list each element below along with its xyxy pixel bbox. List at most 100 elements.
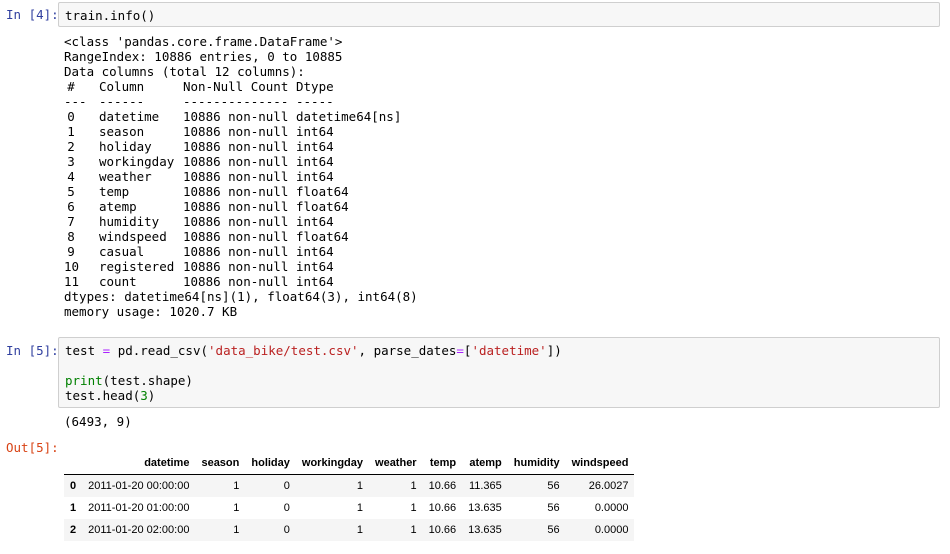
info-cell: 3 xyxy=(67,154,75,169)
info-cell: humidity xyxy=(99,214,160,229)
column-header: atemp xyxy=(469,457,502,469)
info-header-line: Data columns (total 12 columns): xyxy=(64,64,305,79)
table-cell: 1 xyxy=(233,480,240,492)
info-cell: 10886 non-null xyxy=(183,274,289,289)
column-header: humidity xyxy=(513,457,560,469)
column-header: datetime xyxy=(144,457,190,469)
info-cell: 7 xyxy=(67,214,75,229)
column-header xyxy=(64,452,82,475)
table-cell: 2011-01-20 00:00:00 xyxy=(88,480,190,492)
table-cell: 1 xyxy=(356,502,364,514)
info-header-line: RangeIndex: 10886 entries, 0 to 10885 xyxy=(64,49,343,64)
info-separator: --- xyxy=(64,94,87,109)
info-cell: registered xyxy=(99,259,175,274)
info-separator: -------------- xyxy=(183,94,289,109)
table-cell: 0 xyxy=(283,480,290,492)
table-header-row: datetime season holiday workingday weather te… xyxy=(64,452,635,475)
info-cell: 10886 non-null xyxy=(183,244,289,259)
info-cell: int64 xyxy=(296,154,334,169)
table-row: 2 2011-01-20 02:00:00 1 0 1 1 10.66 13.635 56 0.0… xyxy=(64,519,635,541)
table-cell: 0 xyxy=(283,524,290,536)
info-separator: ------ xyxy=(99,94,145,109)
code-cell[interactable]: train.info() xyxy=(58,2,940,27)
column-header: holiday xyxy=(251,457,290,469)
row-index: 1 xyxy=(70,502,77,514)
info-cell: 0 xyxy=(67,109,75,124)
info-header-line: <class 'pandas.core.frame.DataFrame'> xyxy=(64,34,343,49)
info-cell: int64 xyxy=(296,124,334,139)
table-cell: 1 xyxy=(410,502,417,514)
info-cell: Dtype xyxy=(296,79,334,94)
info-cell: int64 xyxy=(296,244,334,259)
info-cell: 1 xyxy=(67,124,75,139)
info-cell: int64 xyxy=(296,139,334,154)
info-cell: workingday xyxy=(99,154,175,169)
info-cell: 10886 non-null xyxy=(183,124,289,139)
info-cell: float64 xyxy=(296,199,349,214)
table-cell: 1 xyxy=(356,480,364,492)
table-cell: 13.635 xyxy=(468,502,502,514)
table-cell: 1 xyxy=(410,524,417,536)
info-cell: 10886 non-null xyxy=(183,169,289,184)
table-cell: 0.0000 xyxy=(594,502,629,514)
table-cell: 56 xyxy=(547,502,560,514)
column-header: weather xyxy=(375,457,417,469)
table-cell: 10.66 xyxy=(428,502,457,514)
info-cell: 10886 non-null xyxy=(183,199,289,214)
table-cell: 11.365 xyxy=(468,480,502,492)
stdout-shape: (6493, 9) xyxy=(64,414,132,429)
info-cell: holiday xyxy=(99,139,152,154)
row-index: 2 xyxy=(70,524,77,536)
info-cell: 10 xyxy=(64,259,80,274)
table-body: 0 2011-01-20 00:00:00 1 0 1 1 10.66 11.365 56 26.… xyxy=(64,474,635,541)
info-separator: ----- xyxy=(296,94,334,109)
table-cell: 10.66 xyxy=(428,524,457,536)
table-cell: 13.635 xyxy=(468,524,502,536)
table-cell: 26.0027 xyxy=(588,480,629,492)
info-cell: atemp xyxy=(99,199,137,214)
column-header: windspeed xyxy=(571,457,629,469)
code-line: train.info() xyxy=(65,8,156,23)
table-cell: 2011-01-20 02:00:00 xyxy=(88,524,190,536)
input-prompt: In [5]: xyxy=(6,343,59,358)
info-cell: 10886 non-null xyxy=(183,229,289,244)
info-cell: # xyxy=(67,79,75,94)
table-cell: 0.0000 xyxy=(594,524,629,536)
info-cell: count xyxy=(99,274,137,289)
output-prompt: Out[5]: xyxy=(6,440,59,455)
column-header: season xyxy=(201,457,240,469)
info-dtypes-line: dtypes: datetime64[ns](1), float64(3), i… xyxy=(64,289,418,304)
info-cell: Column xyxy=(99,79,145,94)
info-cell: float64 xyxy=(296,229,349,244)
info-cell: 11 xyxy=(64,274,80,289)
table-cell: 1 xyxy=(410,480,417,492)
info-cell: casual xyxy=(99,244,145,259)
info-cell: 10886 non-null xyxy=(183,259,289,274)
info-cell: 10886 non-null xyxy=(183,214,289,229)
info-cell: int64 xyxy=(296,274,334,289)
table-cell: 1 xyxy=(356,524,364,536)
info-cell: temp xyxy=(99,184,130,199)
table-cell: 0 xyxy=(283,502,290,514)
code-line-read-csv: test = pd.read_csv('data_bike/test.csv',… xyxy=(65,343,562,358)
table-row: 1 2011-01-20 01:00:00 1 0 1 1 10.66 13.635 56 0.0… xyxy=(64,497,634,519)
info-cell: float64 xyxy=(296,184,349,199)
info-cell: int64 xyxy=(296,169,334,184)
table-cell: 10.66 xyxy=(428,480,457,492)
table-cell: 1 xyxy=(233,524,240,536)
info-cell: season xyxy=(99,124,145,139)
info-memory-line: memory usage: 1020.7 KB xyxy=(64,304,238,319)
info-cell: 10886 non-null xyxy=(183,139,289,154)
info-cell: 5 xyxy=(67,184,75,199)
info-cell: 8 xyxy=(67,229,75,244)
table-cell: 2011-01-20 01:00:00 xyxy=(88,502,190,514)
table-cell: 56 xyxy=(547,524,560,536)
info-cell: 10886 non-null xyxy=(183,109,289,124)
table-cell: 1 xyxy=(233,502,240,514)
code-cell[interactable]: test = pd.read_csv('data_bike/test.csv',… xyxy=(58,337,940,408)
input-prompt: In [4]: xyxy=(6,7,59,22)
column-header: temp xyxy=(429,457,457,469)
info-cell: int64 xyxy=(296,214,334,229)
info-cell: Non-Null Count xyxy=(183,79,289,94)
